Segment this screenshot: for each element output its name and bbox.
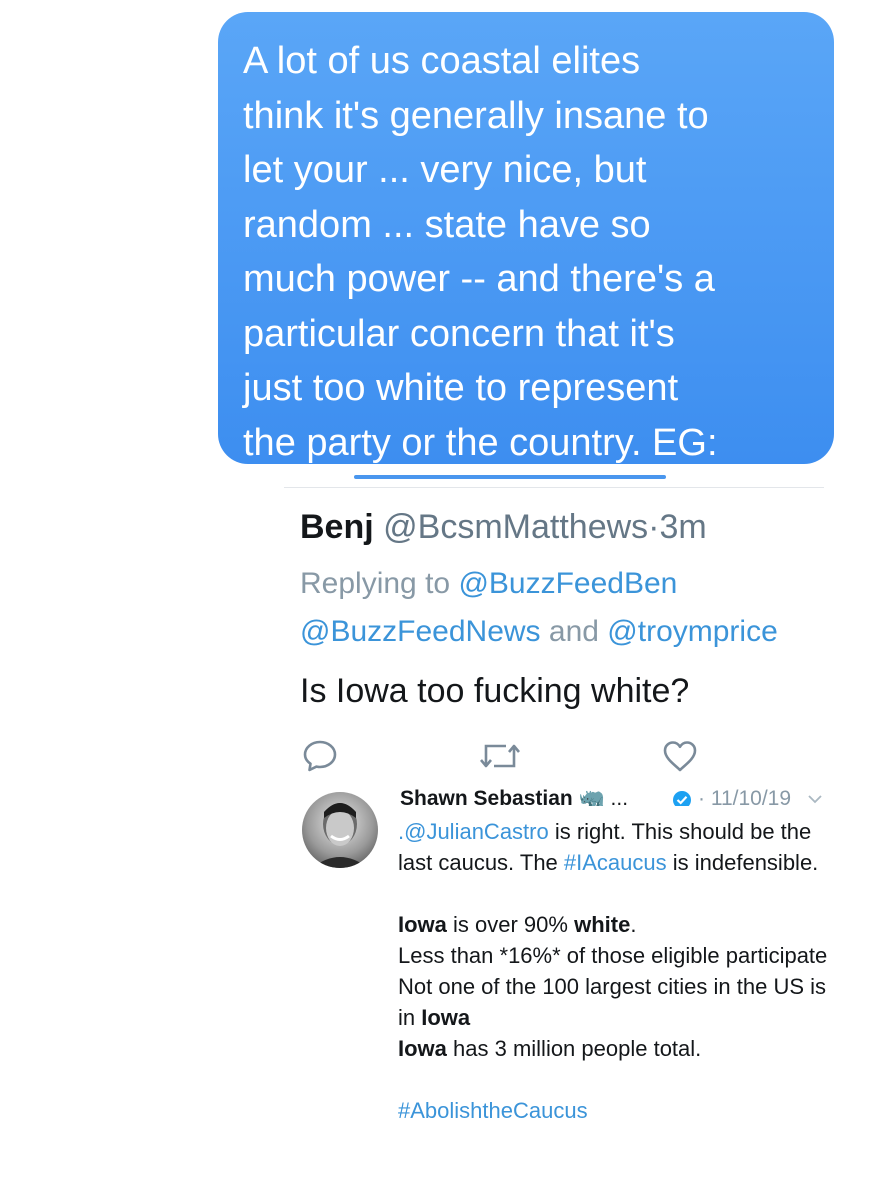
bold-word: Iowa <box>398 1036 447 1061</box>
scroll-indicator <box>354 475 666 479</box>
mention-link[interactable]: @BuzzFeedBen <box>458 567 677 600</box>
tweet-top-border <box>284 487 824 488</box>
avatar-image <box>312 803 368 868</box>
bold-word: Iowa <box>421 1005 471 1030</box>
tweet-author-name[interactable]: Benj <box>300 508 374 546</box>
tweet-text: .@JulianCastro is right. This should be … <box>398 816 838 1126</box>
message-text: A lot of us coastal elites think it's ge… <box>243 40 718 464</box>
name-suffix: 🦏 ... <box>578 787 629 806</box>
tweet-time: 3m <box>659 508 707 546</box>
mention-link: .@JulianCastro <box>398 819 549 844</box>
message-bubble: A lot of us coastal elites think it's ge… <box>218 12 834 464</box>
and-label: and <box>548 615 599 648</box>
tweet-date: · 11/10/19 <box>698 787 792 806</box>
tweet-header: Benj @BcsmMatthews·3m <box>300 504 872 550</box>
hashtag-link: #IAcaucus <box>563 850 667 875</box>
replying-to-label: Replying to <box>300 567 451 600</box>
tweet-header: Shawn Sebastian 🦏 ... · 11/10/19 <box>400 786 840 806</box>
avatar <box>302 792 378 868</box>
tweet-author-handle[interactable]: @BcsmMatthews <box>383 508 648 546</box>
tweet-text: Is Iowa too fucking white? <box>300 672 690 710</box>
reply-icon[interactable] <box>302 738 338 774</box>
verified-badge-icon <box>673 791 691 806</box>
chevron-down-icon <box>808 795 822 804</box>
text-span: is over 90% <box>446 912 575 937</box>
text-span: . <box>630 912 637 937</box>
tweet-separator: · <box>648 508 660 546</box>
tweet-actions <box>0 738 872 778</box>
text-span: has 3 million people total. <box>446 1036 702 1061</box>
retweet-icon[interactable] <box>480 738 520 774</box>
mention-link[interactable]: @troymprice <box>607 615 777 648</box>
bold-word: white <box>574 912 631 937</box>
author-name: Shawn Sebastian <box>400 787 573 806</box>
bold-word: Iowa <box>398 912 447 937</box>
mention-link[interactable]: @BuzzFeedNews <box>300 615 541 648</box>
replying-to: Replying to @BuzzFeedBen @BuzzFeedNews a… <box>300 560 872 656</box>
embedded-tweet[interactable]: Benj @BcsmMatthews·3m Replying to @BuzzF… <box>300 504 872 714</box>
text-line: Less than *16%* of those eligible partic… <box>398 943 828 968</box>
like-icon[interactable] <box>662 738 698 774</box>
text-span: is indefensible. <box>666 850 819 875</box>
hashtag-link: #AbolishtheCaucus <box>398 1098 588 1123</box>
